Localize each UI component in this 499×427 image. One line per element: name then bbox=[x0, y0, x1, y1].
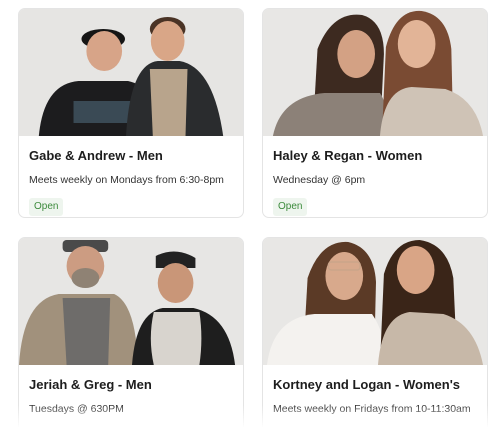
group-grid: Gabe & Andrew - Men Meets weekly on Mond… bbox=[0, 0, 499, 427]
group-schedule: Tuesdays @ 630PM bbox=[29, 403, 124, 415]
group-title[interactable]: Gabe & Andrew - Men bbox=[29, 147, 233, 165]
status-badge: Open bbox=[29, 198, 64, 216]
group-photo bbox=[19, 238, 243, 365]
group-card-kortney-logan[interactable]: Kortney and Logan - Women's Meets weekly… bbox=[262, 237, 488, 427]
group-photo bbox=[263, 238, 487, 365]
group-title[interactable]: Haley & Regan - Women bbox=[273, 147, 477, 165]
group-schedule: Wednesday @ 6pm bbox=[273, 174, 366, 186]
group-card-haley-regan[interactable]: Haley & Regan - Women Wednesday @ 6pm Op… bbox=[262, 8, 488, 218]
status-badge: Open bbox=[273, 198, 308, 216]
group-schedule: Meets weekly on Mondays from 6:30-8pm bbox=[29, 174, 224, 186]
group-title[interactable]: Kortney and Logan - Women's bbox=[273, 376, 477, 394]
group-title[interactable]: Jeriah & Greg - Men bbox=[29, 376, 233, 394]
group-photo bbox=[19, 9, 243, 136]
group-card-gabe-andrew[interactable]: Gabe & Andrew - Men Meets weekly on Mond… bbox=[18, 8, 244, 218]
group-photo bbox=[263, 9, 487, 136]
group-card-jeriah-greg[interactable]: Jeriah & Greg - Men Tuesdays @ 630PM bbox=[18, 237, 244, 427]
group-schedule: Meets weekly on Fridays from 10-11:30am bbox=[273, 403, 471, 415]
